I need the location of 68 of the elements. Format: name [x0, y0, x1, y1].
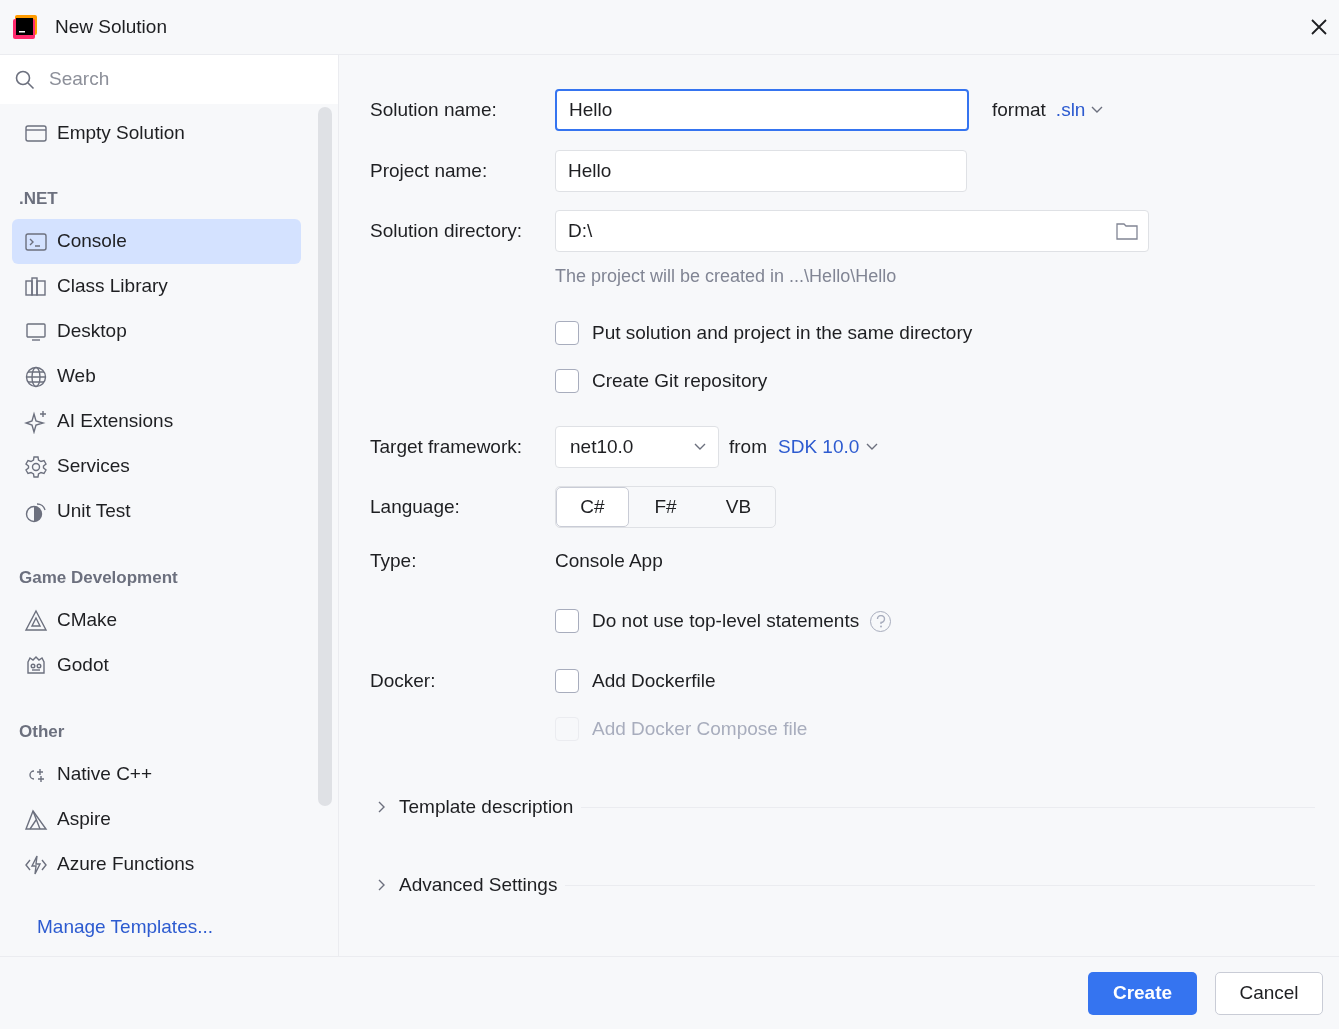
triangle-icon [24, 608, 48, 633]
group-header: Other [18, 721, 66, 744]
search-input[interactable]: Search [49, 65, 299, 94]
format-label: format [992, 97, 1046, 122]
checkbox[interactable] [555, 321, 579, 345]
sidebar-item[interactable]: Class Library [12, 264, 301, 309]
checkbox-label: Add Docker Compose file [592, 716, 808, 741]
group-header: .NET [18, 188, 59, 211]
field-label: Solution directory: [370, 218, 524, 243]
section-toggle[interactable]: Template description [376, 792, 574, 822]
sidebar-item[interactable]: Native C++ [12, 752, 301, 797]
checkbox-label: Create Git repository [592, 368, 768, 393]
chevron-down-icon [866, 443, 879, 451]
sidebar-item[interactable]: Empty Solution [12, 111, 301, 156]
sidebar-item[interactable]: Desktop [12, 309, 301, 354]
section-toggle[interactable]: Advanced Settings [376, 870, 558, 900]
sidebar-item[interactable]: Godot [12, 643, 301, 688]
search-field[interactable]: Search [0, 55, 338, 104]
checkbox[interactable] [555, 369, 579, 393]
cancel-button[interactable]: Cancel [1215, 971, 1323, 1015]
sidebar-item[interactable]: Console [12, 219, 301, 264]
directory-field[interactable]: D:\ [555, 210, 1149, 252]
sidebar-item[interactable]: Web [12, 354, 301, 399]
sidebar-item[interactable]: AI Extensions [12, 399, 301, 444]
peaks-icon [24, 807, 48, 832]
sidebar-item[interactable]: Unit Test [12, 489, 301, 534]
language-option[interactable]: VB [702, 487, 775, 527]
group-header: Game Development [18, 567, 179, 590]
checkbox[interactable] [555, 669, 579, 693]
gear-icon [24, 454, 48, 479]
checkbox-label: Add Dockerfile [592, 668, 716, 693]
sidebar-item[interactable]: CMake [12, 598, 301, 643]
sparkle-icon [24, 409, 48, 434]
close-button[interactable] [1309, 17, 1329, 37]
sidebar-item[interactable]: Azure Functions [12, 842, 301, 887]
chevron-down-icon [1091, 106, 1104, 114]
manage-templates-link[interactable]: Manage Templates... [37, 912, 214, 942]
app-logo-icon [13, 15, 37, 39]
folder-icon [1116, 222, 1138, 240]
chevron-right-icon [376, 878, 386, 892]
text-field[interactable]: Hello [555, 89, 969, 131]
hint-text: The project will be created in ...\Hello\Hello [555, 264, 897, 288]
chevron-right-icon [376, 800, 386, 814]
language-option[interactable]: F# [629, 487, 702, 527]
from-label: from [729, 434, 767, 459]
sidebar-item[interactable]: Aspire [12, 797, 301, 842]
sidebar-item[interactable]: Services [12, 444, 301, 489]
framework-dropdown[interactable]: net10.0 [555, 426, 719, 468]
globe-icon [24, 364, 48, 389]
window-title: New Solution [55, 14, 167, 39]
field-label: Language: [370, 494, 461, 519]
checkbox-label: Do not use top-level statements [592, 608, 860, 633]
type-value: Console App [555, 548, 663, 573]
field-label: Project name: [370, 158, 489, 183]
chevron-down-icon [694, 443, 706, 451]
sdk-dropdown[interactable]: SDK 10.0 [778, 432, 879, 462]
field-label: Target framework: [370, 434, 524, 459]
create-button[interactable]: Create [1088, 971, 1197, 1015]
field-label: Solution name: [370, 97, 498, 122]
search-icon [15, 69, 35, 90]
format-dropdown[interactable]: .sln [1055, 95, 1104, 125]
field-label: Type: [370, 548, 418, 573]
books-icon [24, 274, 48, 299]
checkbox-label: Put solution and project in the same directory [592, 320, 973, 345]
field-label: Docker: [370, 668, 437, 693]
checkbox[interactable] [555, 609, 579, 633]
language-option[interactable]: C# [556, 487, 629, 527]
text-field[interactable]: Hello [555, 150, 967, 192]
